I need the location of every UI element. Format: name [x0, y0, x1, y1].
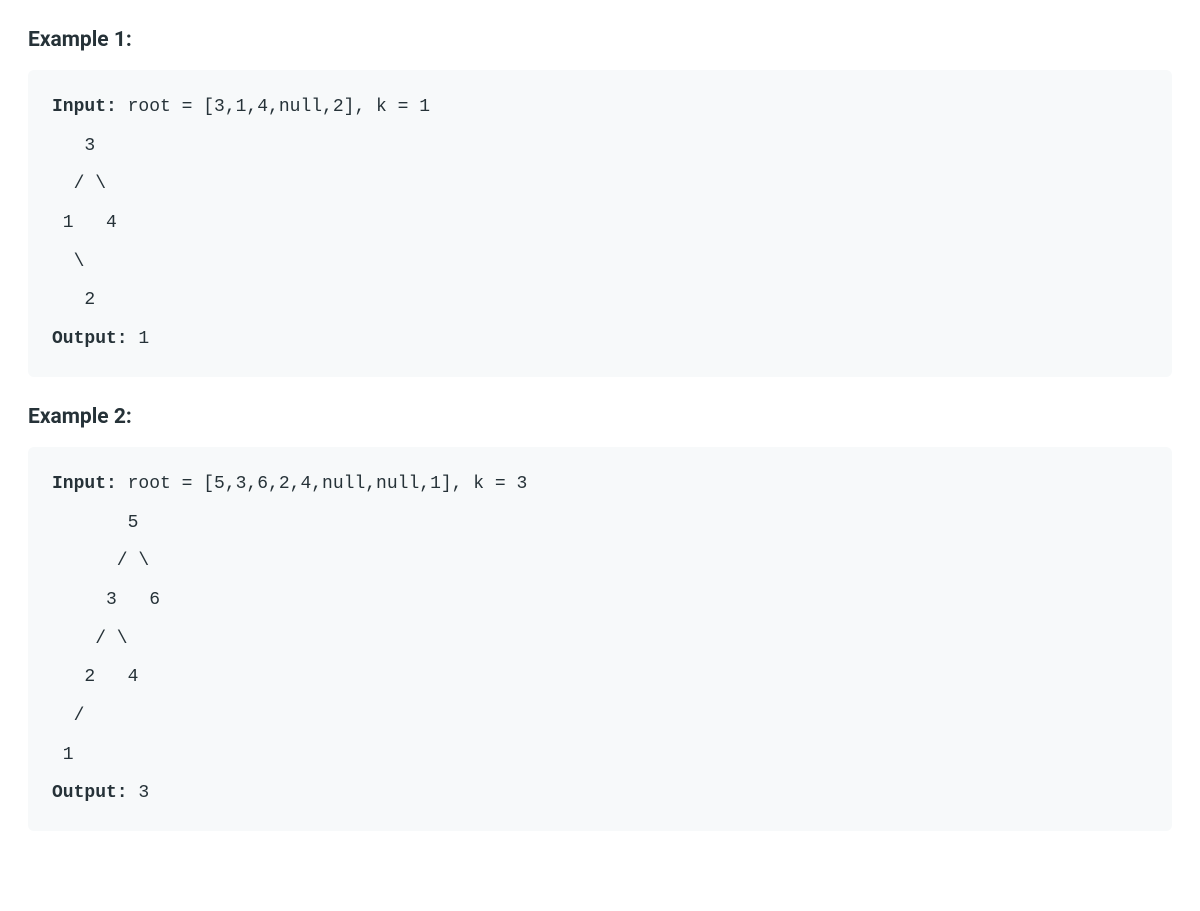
input-value: root = [5,3,6,2,4,null,null,1], k = 3: [117, 474, 527, 494]
example-1-heading: Example 1:: [28, 28, 1172, 52]
tree-diagram: 5 / \ 3 6 / \ 2 4 / 1: [52, 513, 160, 765]
input-label: Input:: [52, 97, 117, 117]
example-2-code-block: Input: root = [5,3,6,2,4,null,null,1], k…: [28, 447, 1172, 831]
output-label: Output:: [52, 783, 128, 803]
tree-diagram: 3 / \ 1 4 \ 2: [52, 136, 117, 311]
example-2-heading: Example 2:: [28, 405, 1172, 429]
input-label: Input:: [52, 474, 117, 494]
input-value: root = [3,1,4,null,2], k = 1: [117, 97, 430, 117]
output-value: 3: [128, 783, 150, 803]
output-label: Output:: [52, 329, 128, 349]
output-value: 1: [128, 329, 150, 349]
example-1-code-block: Input: root = [3,1,4,null,2], k = 1 3 / …: [28, 70, 1172, 377]
